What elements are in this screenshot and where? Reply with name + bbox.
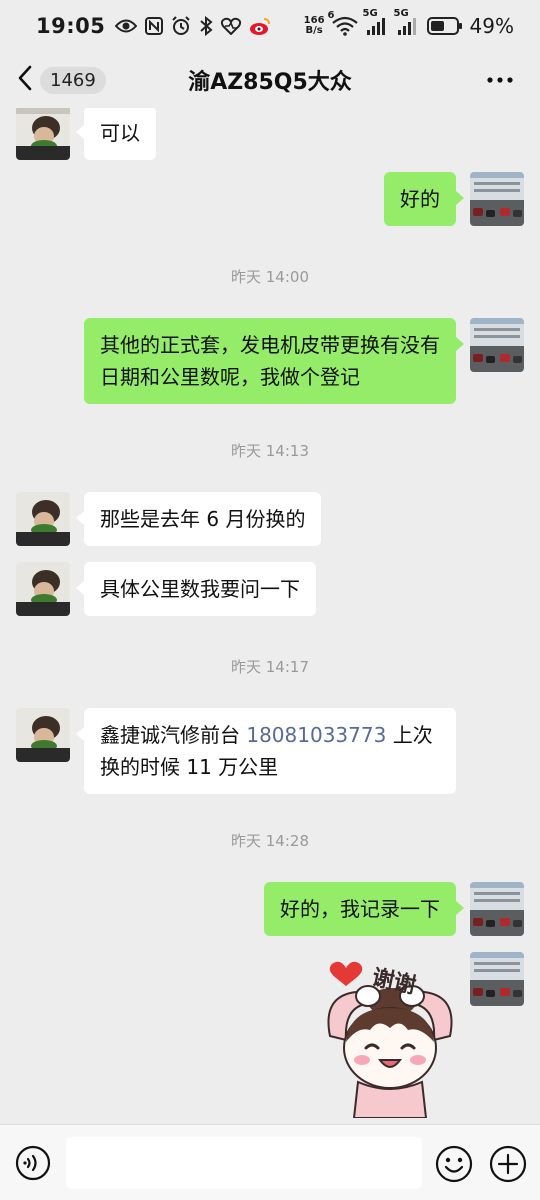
my-avatar[interactable] (470, 952, 524, 1006)
contact-avatar[interactable] (16, 708, 70, 762)
weibo-icon (249, 16, 271, 36)
my-avatar[interactable] (470, 882, 524, 936)
wifi-badge: 6 (327, 10, 335, 21)
timestamp: 昨天 14:13 (231, 442, 309, 460)
emoji-button[interactable] (435, 1145, 473, 1187)
heart-rate-icon (221, 17, 242, 35)
message-bubble[interactable]: 可以 (76, 108, 156, 160)
timestamp: 昨天 14:17 (231, 658, 309, 676)
battery-icon (426, 16, 463, 36)
signal-icon-sim2: 5G (394, 8, 420, 36)
message-received: 那些是去年 6 月份换的 (16, 492, 322, 546)
contact-avatar[interactable] (16, 492, 70, 546)
message-sent: 好的 (384, 172, 524, 226)
message-sent-sticker (470, 952, 524, 1006)
message-sent: 其他的正式套，发电机皮带更换有没有日期和公里数呢，我做个登记 (84, 318, 524, 404)
more-icon (486, 77, 514, 98)
chat-title: 渝AZ85Q5大众 (188, 70, 352, 95)
input-bar (0, 1124, 540, 1200)
more-button[interactable] (486, 66, 514, 98)
thanks-sticker[interactable]: 谢谢 (300, 956, 460, 1119)
unread-count-badge: 1469 (40, 66, 106, 94)
message-received: 鑫捷诚汽修前台 18081033773 上次换的时候 11 万公里 (16, 708, 456, 794)
message-bubble[interactable]: 其他的正式套，发电机皮带更换有没有日期和公里数呢，我做个登记 (84, 318, 464, 404)
back-arrow-icon (16, 64, 34, 96)
more-functions-button[interactable] (489, 1145, 527, 1187)
sim1-label: 5G (362, 8, 378, 19)
voice-icon (15, 1145, 51, 1185)
message-bubble[interactable]: 好的 (384, 172, 464, 226)
notification-icons (115, 16, 271, 36)
voice-button[interactable] (15, 1145, 51, 1185)
message-bubble[interactable]: 那些是去年 6 月份换的 (75, 492, 322, 546)
chat-header: 1469 渝AZ85Q5大众 (0, 52, 540, 108)
eye-icon (115, 18, 138, 34)
battery-percent: 49% (469, 14, 514, 38)
message-sent: 好的，我记录一下 (264, 882, 524, 936)
message-text: 鑫捷诚汽修前台 (100, 723, 247, 747)
back-button[interactable]: 1469 (16, 62, 106, 98)
sim2-label: 5G (393, 8, 409, 19)
emoji-icon (435, 1145, 473, 1187)
my-avatar[interactable] (470, 318, 524, 372)
message-bubble[interactable]: 鑫捷诚汽修前台 18081033773 上次换的时候 11 万公里 (76, 708, 456, 794)
message-received: 具体公里数我要问一下 (16, 562, 316, 616)
status-bar: 19:05 166 B/s 6 5G 5G 49% (0, 0, 540, 52)
timestamp: 昨天 14:28 (231, 832, 309, 850)
message-input[interactable] (66, 1137, 422, 1189)
status-time: 19:05 (36, 14, 106, 38)
net-speed-unit: B/s (305, 25, 323, 36)
phone-number-link[interactable]: 18081033773 (246, 723, 386, 747)
timestamp: 昨天 14:00 (231, 268, 309, 286)
plus-icon (489, 1145, 527, 1187)
message-received: 可以 (16, 108, 156, 160)
nfc-icon (145, 17, 164, 35)
contact-avatar[interactable] (16, 562, 70, 616)
wifi-icon: 6 (328, 10, 358, 36)
message-bubble[interactable]: 具体公里数我要问一下 (76, 562, 316, 616)
my-avatar[interactable] (470, 172, 524, 226)
bluetooth-icon (199, 16, 213, 36)
contact-avatar[interactable] (16, 108, 70, 160)
system-status: 166 B/s 6 5G 5G 49% (304, 8, 514, 38)
net-speed: 166 B/s (304, 16, 325, 36)
signal-icon-sim1: 5G (363, 8, 389, 36)
alarm-icon (171, 16, 191, 36)
message-bubble[interactable]: 好的，我记录一下 (264, 882, 464, 936)
chat-area[interactable]: 可以 好的 昨天 14:00 其他的正式套，发电机皮带更换有没有日期和公里数呢，… (0, 108, 540, 1124)
